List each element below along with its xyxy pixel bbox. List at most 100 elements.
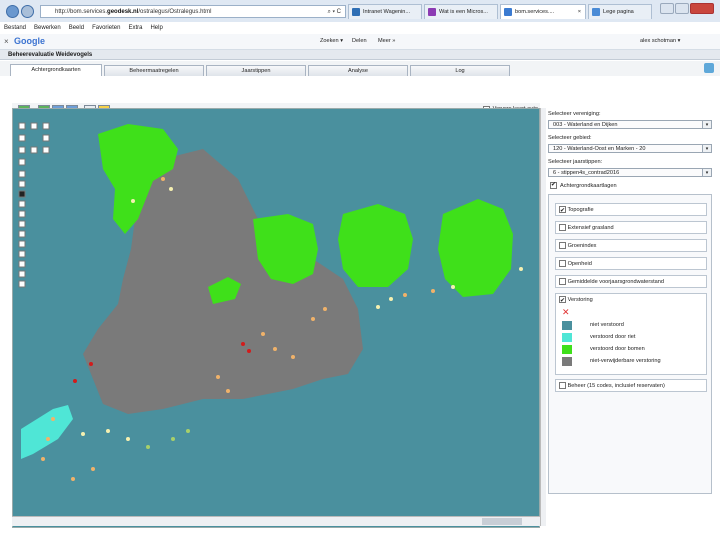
back-button[interactable]	[6, 5, 19, 18]
app-tabs: Achtergrondkaarten Beheermaatregelen Jaa…	[0, 61, 720, 76]
legend-label: niet-verwijderbare verstoring	[590, 358, 661, 364]
gebied-select[interactable]: 120 - Waterland-Oost en Marken - 20 ▾	[548, 144, 712, 153]
chevron-down-icon: ▾	[702, 169, 711, 176]
layer-grondwaterstand[interactable]: Gemiddelde voorjaarsgrondwaterstand	[555, 275, 707, 288]
address-search-icon[interactable]: ⌕ ▾ C	[327, 6, 341, 17]
google-search-button[interactable]: Zoeken ▾	[320, 38, 343, 44]
tab-close-icon[interactable]: ×	[578, 5, 581, 19]
jaarstippen-select[interactable]: 6 - stippen4s_contrad2016 ▾	[548, 168, 712, 177]
tab-jaarstippen[interactable]: Jaarstippen	[206, 65, 306, 76]
layers-group-toggle[interactable]: Achtergrondkaartlagen	[550, 181, 617, 189]
menu-extra[interactable]: Extra	[128, 22, 142, 34]
observation-dot	[51, 417, 55, 421]
menu-bestand[interactable]: Bestand	[4, 22, 26, 34]
tree-area-east	[338, 204, 413, 287]
tab-favicon	[352, 8, 360, 16]
map-canvas[interactable]	[12, 108, 540, 528]
layer-checkbox[interactable]	[559, 260, 566, 268]
legend-row: verstoord door bomen	[562, 345, 645, 354]
layer-openheid[interactable]: Openheid	[555, 257, 707, 270]
observation-dot	[161, 177, 165, 181]
address-bar[interactable]: http://bom.services.geodesk.nl/ostralegu…	[40, 5, 346, 18]
observation-dot	[81, 432, 85, 436]
vereniging-label: Selecteer vereniging:	[548, 111, 601, 117]
observation-dot	[73, 379, 77, 383]
layer-checkbox[interactable]	[559, 205, 566, 217]
legend-label: verstoord door riet	[590, 334, 636, 340]
address-prefix: http://bom.services.	[55, 9, 108, 15]
legend-swatch	[562, 345, 572, 354]
layer-label: Openheid	[567, 261, 592, 267]
browser-titlebar: http://bom.services.geodesk.nl/ostralegu…	[0, 0, 720, 22]
tab-intranet[interactable]: Intranet Wagenin...	[348, 4, 422, 19]
layer-groenindex[interactable]: Groenindex	[555, 239, 707, 252]
chevron-down-icon: ▾	[702, 121, 711, 128]
map-horizontal-scrollbar[interactable]	[12, 516, 540, 526]
tab-log[interactable]: Log	[410, 65, 510, 76]
observation-dot	[403, 293, 407, 297]
cross-icon: ✕	[562, 307, 570, 317]
control-panel: Selecteer vereniging: 003 - Waterland en…	[548, 108, 714, 528]
toolbar-close-icon[interactable]: ×	[4, 37, 9, 46]
layer-label: Beheer (15 codes, inclusief reservaten)	[567, 383, 665, 389]
scroll-thumb[interactable]	[482, 518, 522, 525]
tab-micros[interactable]: Wat is een Micros...	[424, 4, 498, 19]
observation-dot	[291, 355, 295, 359]
menu-beeld[interactable]: Beeld	[69, 22, 84, 34]
layer-topografie[interactable]: Topografie	[555, 203, 707, 217]
maximize-button[interactable]	[675, 3, 689, 14]
tab-analyse[interactable]: Analyse	[308, 65, 408, 76]
tab-lege-pagina[interactable]: Lege pagina	[588, 4, 652, 19]
menu-help[interactable]: Help	[150, 22, 162, 34]
layer-label: Verstoring	[567, 297, 593, 303]
tab-label: bom.services....	[515, 9, 555, 15]
menu-bar: Bestand Bewerken Beeld Favorieten Extra …	[0, 22, 720, 34]
tab-beheermaatregelen[interactable]: Beheermaatregelen	[104, 65, 204, 76]
observation-dot	[323, 307, 327, 311]
observation-dot	[126, 437, 130, 441]
tab-bom-services[interactable]: bom.services.... ×	[500, 4, 586, 19]
legend-swatch	[562, 321, 572, 330]
legend-row: verstoord door riet	[562, 333, 635, 342]
menu-favorieten[interactable]: Favorieten	[92, 22, 120, 34]
layer-checkbox[interactable]	[559, 224, 566, 232]
observation-dot	[131, 199, 135, 203]
close-window-button[interactable]	[690, 3, 714, 14]
observation-dot	[226, 389, 230, 393]
print-icon[interactable]	[704, 63, 714, 73]
minimize-button[interactable]	[660, 3, 674, 14]
zoom-slider[interactable]	[18, 122, 50, 288]
map-graphics	[18, 122, 523, 481]
observation-dot	[431, 289, 435, 293]
layer-beheer[interactable]: Beheer (15 codes, inclusief reservaten)	[555, 379, 707, 392]
gebied-value: 120 - Waterland-Oost en Marken - 20	[553, 146, 646, 152]
tab-favicon	[592, 8, 600, 16]
layer-checkbox[interactable]	[559, 382, 566, 390]
user-menu[interactable]: alex schotman ▾	[640, 38, 680, 44]
observation-dot	[89, 362, 93, 366]
tab-achtergrondkaarten[interactable]: Achtergrondkaarten	[10, 64, 102, 76]
observation-dot	[519, 267, 523, 271]
forward-button[interactable]	[21, 5, 34, 18]
layer-checkbox[interactable]	[559, 242, 566, 250]
map-vertical-scrollbar[interactable]	[540, 108, 546, 526]
layer-checkbox[interactable]	[559, 278, 566, 286]
layers-group-checkbox[interactable]	[550, 181, 557, 189]
observation-dot	[216, 375, 220, 379]
layer-label: Gemiddelde voorjaarsgrondwaterstand	[567, 279, 664, 285]
jaarstippen-label: Selecteer jaarstippen:	[548, 159, 603, 165]
layer-extensief-grasland[interactable]: Extensief grasland	[555, 221, 707, 234]
tab-favicon	[428, 8, 436, 16]
layer-checkbox[interactable]	[559, 295, 566, 307]
vereniging-select[interactable]: 003 - Waterland en Dijken ▾	[548, 120, 712, 129]
observation-dot	[146, 445, 150, 449]
layers-group-title: Achtergrondkaartlagen	[560, 182, 617, 189]
more-button[interactable]: Meer »	[378, 38, 395, 44]
app-title: Beheerevaluatie Weidevogels	[0, 50, 720, 60]
address-domain: geodesk.nl	[107, 9, 139, 15]
menu-bewerken[interactable]: Bewerken	[34, 22, 61, 34]
vereniging-value: 003 - Waterland en Dijken	[553, 122, 618, 128]
share-button[interactable]: Delen	[352, 38, 367, 44]
jaarstippen-value: 6 - stippen4s_contrad2016	[553, 170, 620, 176]
layer-verstoring[interactable]: Verstoring ✕ niet verstoord verstoord do…	[555, 293, 707, 375]
